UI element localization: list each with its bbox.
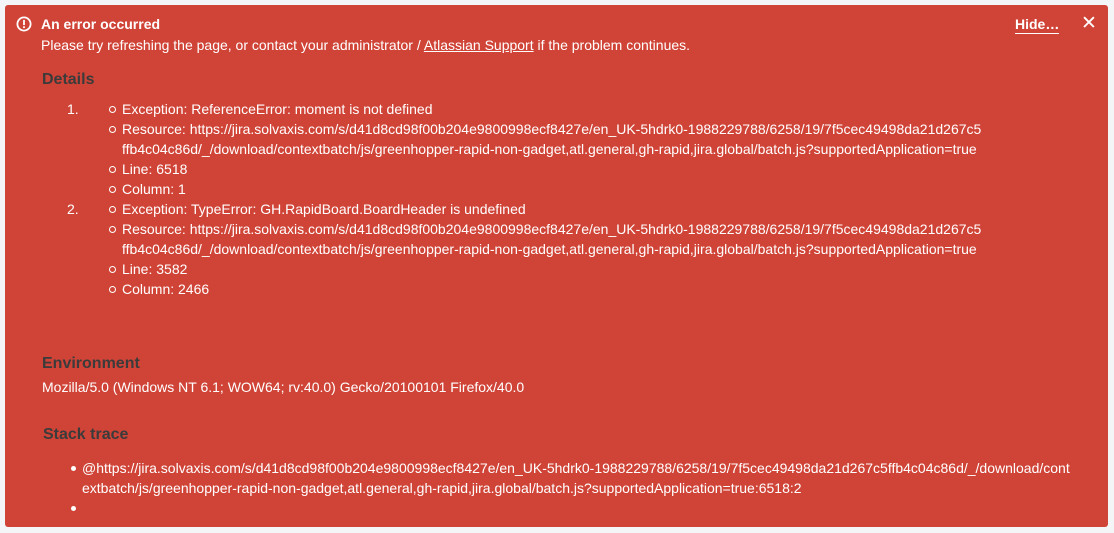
exception-resource: Resource: https://jira.solvaxis.com/s/d4…	[109, 221, 982, 257]
exception-message: Exception: ReferenceError: moment is not…	[109, 99, 982, 119]
exception-line: Line: 3582	[109, 259, 982, 279]
exception-item: 2. Exception: TypeError: GH.RapidBoard.B…	[42, 199, 1042, 299]
stack-trace-list: @https://jira.solvaxis.com/s/d41d8cd98f0…	[71, 458, 1072, 518]
details-heading: Details	[42, 71, 95, 88]
exception-number: 1.	[67, 101, 79, 117]
stack-trace-entry	[71, 498, 1072, 518]
error-message-text-before: Please try refreshing the page, or conta…	[41, 37, 424, 53]
exception-detail-list: Exception: TypeError: GH.RapidBoard.Boar…	[109, 199, 1042, 299]
stack-trace-heading: Stack trace	[43, 426, 129, 443]
exception-item: 1. Exception: ReferenceError: moment is …	[42, 99, 1042, 199]
exception-line: Line: 6518	[109, 159, 982, 179]
environment-heading: Environment	[42, 355, 140, 372]
close-icon[interactable]: ✕	[1081, 14, 1097, 33]
exception-list: 1. Exception: ReferenceError: moment is …	[42, 99, 1042, 299]
exception-message: Exception: TypeError: GH.RapidBoard.Boar…	[109, 199, 982, 219]
exception-detail-list: Exception: ReferenceError: moment is not…	[109, 99, 1042, 199]
exception-column: Column: 1	[109, 179, 982, 199]
error-message: Please try refreshing the page, or conta…	[41, 36, 690, 54]
error-title: An error occurred	[41, 16, 161, 32]
error-panel: An error occurred Please try refreshing …	[5, 5, 1108, 527]
exception-number: 2.	[67, 201, 79, 217]
environment-user-agent: Mozilla/5.0 (Windows NT 6.1; WOW64; rv:4…	[42, 379, 525, 395]
hide-link[interactable]: Hide…	[1015, 15, 1060, 34]
exception-resource: Resource: https://jira.solvaxis.com/s/d4…	[109, 121, 982, 157]
error-message-text-after: if the problem continues.	[533, 37, 691, 53]
exclamation-circle-icon	[16, 16, 32, 32]
exception-column: Column: 2466	[109, 279, 982, 299]
stack-trace-entry: @https://jira.solvaxis.com/s/d41d8cd98f0…	[71, 458, 1072, 498]
atlassian-support-link[interactable]: Atlassian Support	[424, 37, 534, 53]
